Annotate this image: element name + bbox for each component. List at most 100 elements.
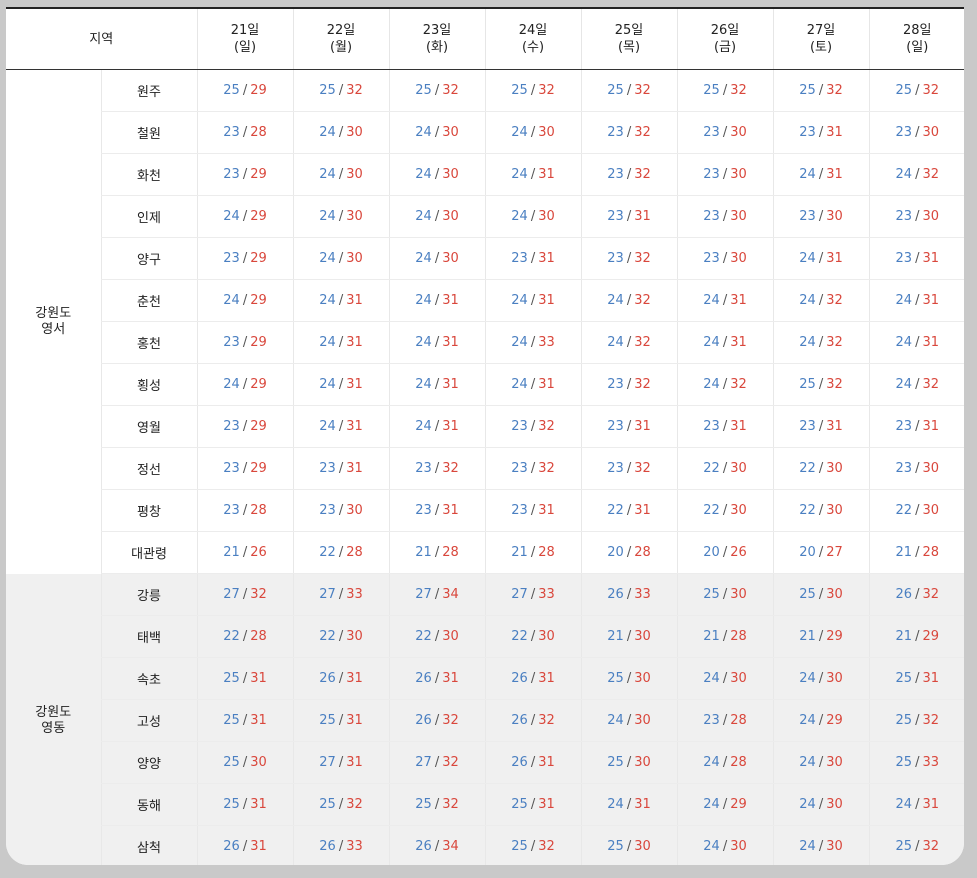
table-row: 대관령 21/26 22/28 21/28 21/28 20/28 20/26 20/27 21… (6, 531, 964, 574)
day-date: 21일 (230, 23, 260, 38)
high-temp: 28 (442, 545, 459, 560)
temperature-cell: 24/30 (772, 825, 870, 865)
temp-separator: / (242, 251, 248, 266)
low-temp: 24 (223, 377, 240, 392)
temperature-cell: 27/32 (196, 573, 294, 616)
high-temp: 32 (346, 797, 363, 812)
low-temp: 25 (319, 83, 336, 98)
temp-separator: / (915, 335, 920, 350)
low-temp: 22 (223, 629, 240, 644)
high-temp: 32 (538, 461, 555, 476)
low-temp: 20 (799, 545, 816, 560)
temp-separator: / (915, 83, 920, 98)
high-temp: 28 (250, 629, 267, 644)
temperature-cell: 20/26 (676, 531, 774, 574)
temp-separator: / (626, 335, 632, 350)
high-temp: 31 (634, 209, 651, 224)
table-header-row: 지역 21일 (일) 22일 (월) 23일 (화) 24일 (수) 25일 (목) 26일 (금) 2… (6, 9, 964, 70)
low-temp: 26 (319, 671, 336, 686)
high-temp: 31 (250, 839, 267, 854)
temperature-cell: 24/30 (772, 783, 870, 826)
temp-separator: / (242, 755, 248, 770)
city-name: 속초 (100, 657, 198, 700)
temp-separator: / (915, 251, 920, 266)
temperature-cell: 25/33 (868, 741, 964, 784)
temperature-cell: 23/32 (580, 447, 678, 490)
temperature-cell: 23/31 (772, 405, 870, 448)
temperature-cell: 24/32 (772, 321, 870, 364)
low-temp: 24 (703, 671, 720, 686)
high-temp: 31 (538, 797, 555, 812)
low-temp: 26 (511, 713, 528, 728)
low-temp: 23 (607, 377, 624, 392)
high-temp: 31 (442, 335, 459, 350)
temperature-cell: 24/28 (676, 741, 774, 784)
low-temp: 23 (511, 461, 528, 476)
high-temp: 32 (634, 83, 651, 98)
region-name-line1: 강원도 (35, 704, 72, 720)
low-temp: 21 (895, 629, 913, 644)
temperature-cell: 21/28 (484, 531, 582, 574)
temperature-cell: 27/33 (484, 573, 582, 616)
temperature-cell: 25/30 (580, 825, 678, 865)
high-temp: 29 (250, 293, 267, 308)
high-temp: 32 (922, 587, 939, 602)
temperature-cell: 24/30 (292, 111, 390, 154)
high-temp: 29 (250, 251, 267, 266)
temperature-cell: 24/32 (868, 363, 964, 406)
high-temp: 30 (826, 503, 843, 518)
low-temp: 27 (415, 755, 432, 770)
high-temp: 29 (922, 629, 939, 644)
temperature-cell: 27/31 (292, 741, 390, 784)
temperature-cell: 21/26 (196, 531, 294, 574)
temperature-cell: 23/29 (196, 153, 294, 196)
city-name: 정선 (100, 447, 198, 490)
low-temp: 23 (703, 167, 720, 182)
high-temp: 30 (346, 503, 363, 518)
temperature-cell: 23/31 (580, 195, 678, 238)
high-temp: 30 (826, 587, 843, 602)
temp-separator: / (626, 839, 632, 854)
low-temp: 23 (415, 503, 432, 518)
temperature-cell: 27/32 (388, 741, 486, 784)
low-temp: 25 (895, 83, 913, 98)
region-name-line1: 강원도 (35, 305, 72, 321)
temperature-cell: 23/30 (772, 195, 870, 238)
temp-separator: / (915, 167, 920, 182)
temperature-cell: 24/31 (388, 321, 486, 364)
temp-separator: / (242, 839, 248, 854)
high-temp: 32 (826, 377, 843, 392)
high-temp: 31 (250, 671, 267, 686)
temp-separator: / (434, 419, 440, 434)
table-body: 강원도 영서 원주 25/29 25/32 25/32 25/32 25/32 25/32 25/… (6, 69, 964, 865)
temperature-cell: 25/30 (580, 657, 678, 700)
temp-separator: / (818, 461, 824, 476)
high-temp: 31 (922, 419, 939, 434)
low-temp: 23 (223, 503, 240, 518)
high-temp: 30 (730, 209, 747, 224)
low-temp: 24 (319, 419, 336, 434)
high-temp: 30 (634, 755, 651, 770)
temperature-cell: 23/30 (868, 195, 964, 238)
temperature-cell: 24/30 (388, 237, 486, 280)
temperature-cell: 22/28 (292, 531, 390, 574)
temp-separator: / (242, 335, 248, 350)
city-name: 철원 (100, 111, 198, 154)
temp-separator: / (242, 545, 248, 560)
temperature-cell: 21/28 (676, 615, 774, 658)
high-temp: 33 (538, 335, 555, 350)
temp-separator: / (818, 377, 824, 392)
high-temp: 32 (538, 839, 555, 854)
low-temp: 25 (415, 83, 432, 98)
low-temp: 23 (223, 167, 240, 182)
low-temp: 23 (319, 461, 336, 476)
high-temp: 32 (538, 83, 555, 98)
low-temp: 24 (511, 167, 528, 182)
low-temp: 24 (511, 335, 528, 350)
high-temp: 30 (922, 503, 939, 518)
temp-separator: / (818, 83, 824, 98)
high-temp: 30 (634, 839, 651, 854)
temperature-cell: 24/31 (388, 405, 486, 448)
temperature-cell: 24/29 (772, 699, 870, 742)
low-temp: 25 (607, 671, 624, 686)
